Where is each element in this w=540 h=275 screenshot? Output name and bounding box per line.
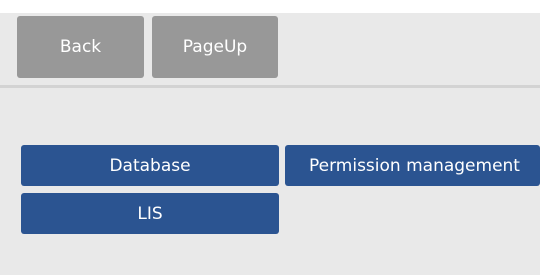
lis-button-label: LIS [137,203,163,224]
database-button[interactable]: Database [21,145,279,186]
permission-management-button-label: Permission management [309,155,520,176]
back-button-label: Back [59,37,102,57]
back-button[interactable]: Back [17,16,144,78]
database-button-label: Database [109,155,191,176]
pageup-button-label: PageUp [182,37,248,57]
lis-button[interactable]: LIS [21,193,279,234]
permission-management-button[interactable]: Permission management [285,145,540,186]
pageup-button[interactable]: PageUp [152,16,278,78]
